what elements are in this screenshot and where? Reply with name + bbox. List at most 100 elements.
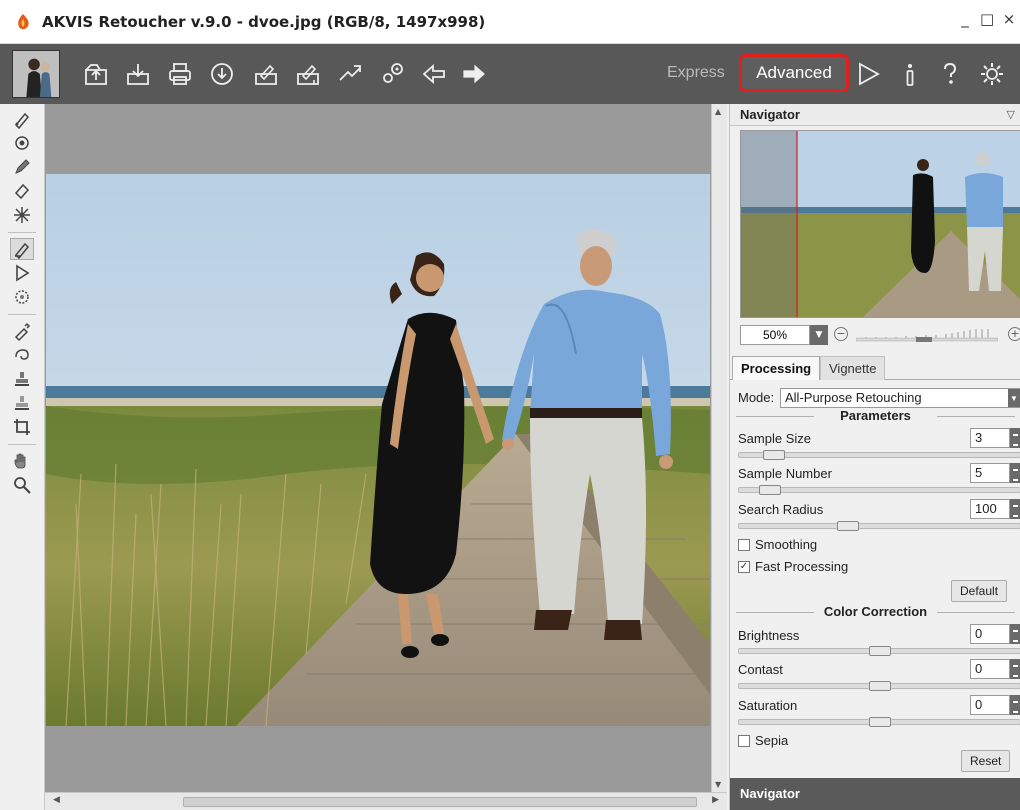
save-strokes-icon[interactable] xyxy=(292,58,324,90)
sample-size-stepper[interactable] xyxy=(1010,428,1020,448)
share-icon[interactable] xyxy=(206,58,238,90)
slider-knob[interactable] xyxy=(869,681,891,691)
image-thumbnail-button[interactable] xyxy=(12,50,60,98)
tools-separator xyxy=(8,314,36,315)
mode-label: Mode: xyxy=(738,390,775,405)
zoom-out-icon[interactable]: − xyxy=(834,327,848,341)
info-icon[interactable] xyxy=(894,58,926,90)
zoom-input[interactable]: 50% xyxy=(740,325,810,345)
eye-icon[interactable] xyxy=(10,132,34,154)
navigator-bottom-bar[interactable]: Navigator xyxy=(730,778,1020,810)
mode-select[interactable]: All-Purpose Retouching ▼ xyxy=(780,388,1020,408)
vertical-scrollbar[interactable]: ▲ ▼ xyxy=(711,104,727,792)
saturation-input[interactable]: 0 xyxy=(970,695,1010,715)
scroll-down-icon[interactable]: ▼ xyxy=(715,780,721,789)
run-icon[interactable] xyxy=(852,58,884,90)
chameleon-icon[interactable] xyxy=(10,344,34,366)
saturation-label: Saturation xyxy=(738,698,798,713)
saturation-slider[interactable] xyxy=(738,717,1020,727)
settings-gear-icon[interactable] xyxy=(376,58,408,90)
fast-processing-checkbox[interactable]: ✓ Fast Processing xyxy=(738,559,848,574)
maximize-button[interactable]: □ xyxy=(980,10,994,28)
tools-separator xyxy=(8,232,36,233)
search-radius-input[interactable]: 100 xyxy=(970,499,1010,519)
default-button[interactable]: Default xyxy=(951,580,1008,602)
minimize-button[interactable]: _ xyxy=(958,10,972,28)
navigator-header: Navigator ▽ xyxy=(730,104,1020,126)
print-icon[interactable] xyxy=(164,58,196,90)
brightness-stepper[interactable] xyxy=(1010,624,1020,644)
sample-size-slider[interactable] xyxy=(738,450,1020,460)
pencil-icon[interactable] xyxy=(10,156,34,178)
retouch-brush-icon[interactable] xyxy=(10,108,34,130)
slider-knob[interactable] xyxy=(759,485,781,495)
zoom-in-icon[interactable]: + xyxy=(1008,327,1020,341)
window-title: AKVIS Retoucher v.9.0 - dvoe.jpg (RGB/8,… xyxy=(42,12,486,31)
express-mode-button[interactable]: Express xyxy=(667,64,725,82)
batch-icon[interactable] xyxy=(334,58,366,90)
zoom-controls: 50% ▼ − + xyxy=(740,324,1020,346)
sample-number-label: Sample Number xyxy=(738,466,832,481)
horizontal-scroll-thumb[interactable] xyxy=(183,797,697,807)
tab-processing[interactable]: Processing xyxy=(732,356,821,380)
search-radius-label: Search Radius xyxy=(738,502,824,517)
play-icon[interactable] xyxy=(10,262,34,284)
sepia-label: Sepia xyxy=(755,733,789,748)
slider-knob[interactable] xyxy=(869,646,891,656)
contrast-stepper[interactable] xyxy=(1010,659,1020,679)
search-radius-slider[interactable] xyxy=(738,521,1020,531)
navigator-preview[interactable] xyxy=(740,130,1020,318)
horizontal-scrollbar[interactable]: ◀ ▶ xyxy=(45,792,727,810)
selection-brush-icon[interactable] xyxy=(10,238,34,260)
scroll-right-icon[interactable]: ▶ xyxy=(712,795,719,805)
zoom-slider[interactable] xyxy=(856,328,998,342)
search-radius-stepper[interactable] xyxy=(1010,499,1020,519)
collapse-icon[interactable]: ▽ xyxy=(1007,108,1015,121)
open-icon[interactable] xyxy=(80,58,112,90)
help-icon[interactable] xyxy=(934,58,966,90)
window-controls: _ □ × xyxy=(958,10,1016,28)
saturation-stepper[interactable] xyxy=(1010,695,1020,715)
reset-button[interactable]: Reset xyxy=(961,750,1011,772)
slider-knob[interactable] xyxy=(763,450,785,460)
sample-number-input[interactable]: 5 xyxy=(970,463,1010,483)
advanced-mode-button[interactable]: Advanced xyxy=(739,54,849,92)
main-toolbar: Express Advanced xyxy=(0,44,1020,104)
chevron-down-icon: ▼ xyxy=(1008,389,1020,407)
eraser-icon[interactable] xyxy=(10,180,34,202)
preferences-icon[interactable] xyxy=(976,58,1008,90)
redo-arrow-icon[interactable] xyxy=(458,58,490,90)
hand-icon[interactable] xyxy=(10,450,34,472)
parameters-title: Parameters xyxy=(730,408,1020,423)
eyedropper-icon[interactable] xyxy=(10,320,34,342)
slider-knob[interactable] xyxy=(837,521,859,531)
app-logo-icon xyxy=(12,11,34,33)
brightness-input[interactable]: 0 xyxy=(970,624,1010,644)
undo-arrow-icon[interactable] xyxy=(418,58,450,90)
brightness-slider[interactable] xyxy=(738,646,1020,656)
zoom-dropdown-icon[interactable]: ▼ xyxy=(810,325,828,345)
sample-number-slider[interactable] xyxy=(738,485,1020,495)
healing-icon[interactable] xyxy=(10,286,34,308)
sepia-checkbox[interactable]: Sepia xyxy=(738,733,788,748)
save-icon[interactable] xyxy=(122,58,154,90)
contrast-input[interactable]: 0 xyxy=(970,659,1010,679)
color-correction-title: Color Correction xyxy=(730,604,1020,619)
scroll-left-icon[interactable]: ◀ xyxy=(53,795,60,805)
scroll-up-icon[interactable]: ▲ xyxy=(715,107,721,116)
zoom-icon[interactable] xyxy=(10,474,34,496)
clone-stamp-icon[interactable] xyxy=(10,392,34,414)
sample-size-input[interactable]: 3 xyxy=(970,428,1010,448)
load-strokes-icon[interactable] xyxy=(250,58,282,90)
close-button[interactable]: × xyxy=(1002,10,1016,28)
sample-number-stepper[interactable] xyxy=(1010,463,1020,483)
crop-icon[interactable] xyxy=(10,416,34,438)
tab-vignette[interactable]: Vignette xyxy=(820,356,886,380)
smoothing-checkbox[interactable]: Smoothing xyxy=(738,537,817,552)
contrast-slider[interactable] xyxy=(738,681,1020,691)
slider-knob[interactable] xyxy=(869,717,891,727)
fast-processing-check-icon: ✓ xyxy=(738,560,750,573)
stamp-icon[interactable] xyxy=(10,368,34,390)
magic-wand-icon[interactable] xyxy=(10,204,34,226)
image-canvas[interactable] xyxy=(45,104,711,792)
